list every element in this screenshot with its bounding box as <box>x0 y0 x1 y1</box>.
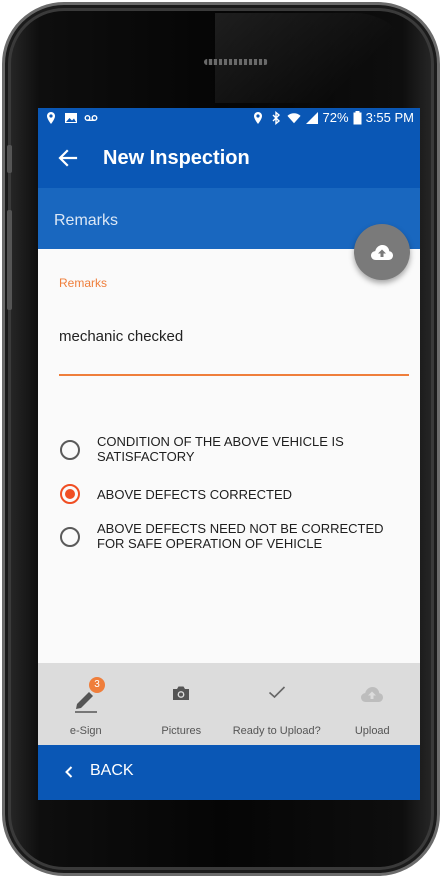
radio-option-need-not-be-corrected[interactable]: ABOVE DEFECTS NEED NOT BE CORRECTED FOR … <box>60 521 402 551</box>
camera-icon <box>173 686 190 700</box>
phone-side-button <box>7 210 12 310</box>
screen-glare <box>215 13 415 103</box>
tab-label: Ready to Upload? <box>232 725 321 737</box>
radio-label: ABOVE DEFECTS NEED NOT BE CORRECTED FOR … <box>97 521 384 551</box>
cloud-upload-icon <box>361 687 384 702</box>
page-title: New Inspection <box>103 147 250 169</box>
bottom-tab-bar: 3 e-Sign Pictures Ready to Upload? Uploa… <box>38 663 420 745</box>
back-arrow-icon[interactable] <box>56 146 80 170</box>
tab-upload[interactable]: Upload <box>325 663 421 745</box>
radio-option-defects-corrected[interactable]: ABOVE DEFECTS CORRECTED <box>60 484 402 504</box>
radio-button[interactable] <box>60 440 80 460</box>
tab-label: Upload <box>354 725 390 737</box>
tab-ready-to-upload[interactable]: Ready to Upload? <box>229 663 325 745</box>
back-button[interactable]: BACK <box>90 762 134 780</box>
location-pin-icon <box>47 112 55 124</box>
cloud-upload-icon <box>371 245 393 260</box>
chevron-left-icon <box>65 766 73 778</box>
status-time: 3:55 PM <box>365 110 414 125</box>
radio-button-selected[interactable] <box>60 484 80 504</box>
phone-speaker <box>204 59 268 65</box>
remarks-label: Remarks <box>59 276 108 290</box>
tab-label: Pictures <box>161 725 202 737</box>
wifi-icon <box>286 112 301 123</box>
app-screen: 72% 3:55 PM New Inspection Remarks Remar… <box>38 108 420 800</box>
back-bar[interactable]: BACK <box>38 745 420 800</box>
status-bar: 72% 3:55 PM <box>38 108 420 130</box>
tab-pictures[interactable]: Pictures <box>134 663 230 745</box>
voicemail-icon <box>84 115 98 121</box>
radio-option-satisfactory[interactable]: CONDITION OF THE ABOVE VEHICLE IS SATISF… <box>60 434 402 464</box>
phone-side-button <box>7 145 12 173</box>
tab-e-sign[interactable]: 3 e-Sign <box>38 663 134 745</box>
radio-button[interactable] <box>60 527 80 547</box>
battery-percent: 72% <box>322 110 349 125</box>
radio-label: ABOVE DEFECTS CORRECTED <box>97 487 293 502</box>
radio-label: CONDITION OF THE ABOVE VEHICLE IS SATISF… <box>97 434 344 464</box>
notification-badge: 3 <box>89 677 105 693</box>
tab-label: e-Sign <box>69 725 102 737</box>
location-icon <box>253 111 262 124</box>
image-icon <box>65 113 77 123</box>
section-title: Remarks <box>54 212 119 229</box>
check-icon <box>268 686 285 699</box>
remarks-input[interactable]: mechanic checked <box>59 328 183 345</box>
app-bar: New Inspection <box>38 130 420 188</box>
bluetooth-icon <box>272 110 280 125</box>
battery-icon <box>353 110 362 124</box>
signal-icon <box>305 111 318 124</box>
remarks-input-underline <box>59 374 409 376</box>
upload-fab-button[interactable] <box>354 224 410 280</box>
